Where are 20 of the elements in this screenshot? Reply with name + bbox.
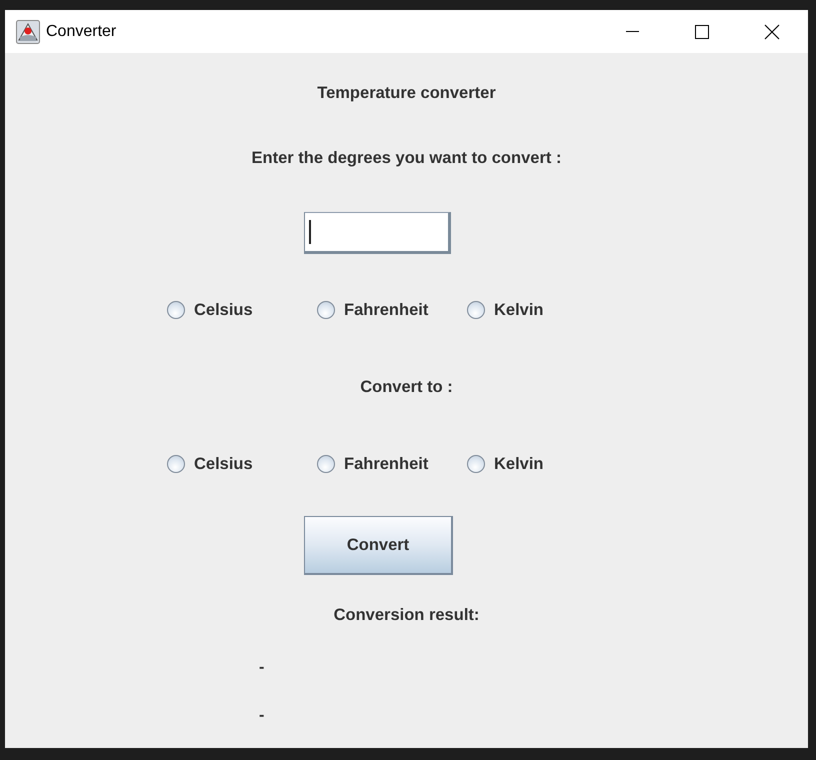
result-text: - xyxy=(259,707,264,724)
result-label: Conversion result: xyxy=(334,606,480,624)
radio-option[interactable]: Fahrenheit xyxy=(317,300,467,320)
radio-option[interactable]: Kelvin xyxy=(467,454,617,474)
radio-option[interactable]: Celsius xyxy=(167,454,317,474)
app-icon xyxy=(16,20,40,44)
close-icon xyxy=(764,24,780,40)
radio-option[interactable]: Fahrenheit xyxy=(317,454,467,474)
text-cursor xyxy=(309,220,311,244)
convert-button[interactable]: Convert xyxy=(304,516,453,575)
degrees-field[interactable] xyxy=(304,212,451,254)
radio-option[interactable]: Kelvin xyxy=(467,300,617,320)
heading: Temperature converter xyxy=(317,84,496,102)
result-text: - xyxy=(259,659,264,676)
minimize-icon xyxy=(626,31,638,32)
convert-to-label: Convert to : xyxy=(360,378,453,396)
radio-option[interactable]: Celsius xyxy=(167,300,317,320)
window-title: Converter xyxy=(46,22,116,42)
prompt-label: Enter the degrees you want to convert : xyxy=(252,149,562,167)
maximize-icon xyxy=(695,24,709,38)
